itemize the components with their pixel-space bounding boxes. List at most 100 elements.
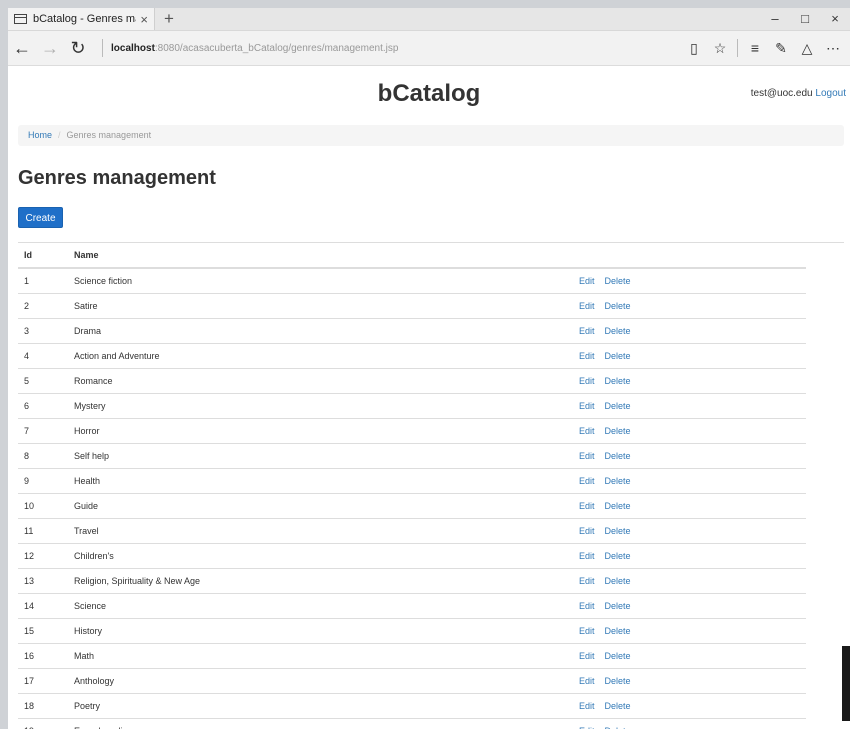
genre-name: Drama <box>68 318 573 344</box>
refresh-icon[interactable]: ↻ <box>64 31 92 65</box>
delete-link[interactable]: Delete <box>605 701 631 711</box>
delete-link[interactable]: Delete <box>605 326 631 336</box>
edit-link[interactable]: Edit <box>579 501 595 511</box>
row-actions: Edit Delete <box>573 443 806 469</box>
table-row: 11 Travel Edit Delete <box>18 518 806 544</box>
page-title: Genres management <box>18 167 216 189</box>
breadcrumb: Home / Genres management <box>18 125 844 146</box>
row-actions: EditDelete <box>573 718 806 729</box>
table-row: 10 Guide Edit Delete <box>18 493 806 519</box>
genre-name: Poetry <box>68 693 573 719</box>
edit-link[interactable]: Edit <box>579 476 595 486</box>
genre-id: 19 <box>18 718 68 729</box>
row-actions: Edit Delete <box>573 293 806 319</box>
edit-link[interactable]: Edit <box>579 626 595 636</box>
column-header-actions <box>573 242 806 269</box>
more-icon[interactable]: ⋯ <box>820 40 846 57</box>
table-row: 6 Mystery Edit Delete <box>18 393 806 419</box>
row-actions: Edit Delete <box>573 643 806 669</box>
browser-tab[interactable]: bCatalog - Genres mana × <box>8 8 155 30</box>
genres-table: Id Name 1 Science fiction Edit Delete 2 Satir… <box>18 242 806 729</box>
hub-icon[interactable]: ≡ <box>742 40 768 56</box>
web-note-icon[interactable]: ✎ <box>768 40 794 57</box>
delete-link[interactable]: Delete <box>605 476 631 486</box>
delete-link[interactable]: Delete <box>605 451 631 461</box>
table-row: 1 Science fiction Edit Delete <box>18 267 806 294</box>
close-tab-icon[interactable]: × <box>140 13 148 26</box>
edit-link[interactable]: Edit <box>579 376 595 386</box>
row-actions: Edit Delete <box>573 518 806 544</box>
edit-link[interactable]: Edit <box>579 276 595 286</box>
genres-table-container: Id Name 1 Science fiction Edit Delete 2 Satir… <box>18 242 844 729</box>
delete-link[interactable]: Delete <box>605 301 631 311</box>
delete-link[interactable]: Delete <box>605 576 631 586</box>
table-row: 15 History Edit Delete <box>18 618 806 644</box>
row-actions: Edit Delete <box>573 618 806 644</box>
maximize-button[interactable]: □ <box>790 8 820 30</box>
genre-name: Children's <box>68 543 573 569</box>
delete-link[interactable]: Delete <box>605 651 631 661</box>
row-actions: Edit Delete <box>573 418 806 444</box>
table-row: 8 Self help Edit Delete <box>18 443 806 469</box>
genre-id: 2 <box>18 293 68 319</box>
genre-id: 8 <box>18 443 68 469</box>
genre-id: 17 <box>18 668 68 694</box>
delete-link[interactable]: Delete <box>605 276 631 286</box>
forward-icon[interactable]: → <box>36 31 64 65</box>
edit-link[interactable]: Edit <box>579 601 595 611</box>
table-row: 4 Action and Adventure Edit Delete <box>18 343 806 369</box>
toolbar-divider <box>737 39 738 57</box>
delete-link[interactable]: Delete <box>605 526 631 536</box>
close-window-button[interactable]: × <box>820 8 850 30</box>
url-host: localhost <box>111 42 155 54</box>
window-controls: – □ × <box>760 8 850 30</box>
logout-link[interactable]: Logout <box>815 88 846 99</box>
table-row: 12 Children's Edit Delete <box>18 543 806 569</box>
delete-link[interactable]: Delete <box>605 426 631 436</box>
genre-id: 15 <box>18 618 68 644</box>
row-actions: Edit Delete <box>573 393 806 419</box>
genre-name: Science fiction <box>68 267 573 294</box>
edit-link[interactable]: Edit <box>579 326 595 336</box>
genre-id: 14 <box>18 593 68 619</box>
row-actions: Edit Delete <box>573 468 806 494</box>
delete-link[interactable]: Delete <box>605 376 631 386</box>
reading-view-icon[interactable]: ▯ <box>681 40 707 57</box>
row-actions: Edit Delete <box>573 693 806 719</box>
genre-id: 3 <box>18 318 68 344</box>
edit-link[interactable]: Edit <box>579 401 595 411</box>
delete-link[interactable]: Delete <box>605 601 631 611</box>
share-icon[interactable]: △ <box>794 40 820 57</box>
new-tab-button[interactable]: + <box>164 9 174 29</box>
genre-name: History <box>68 618 573 644</box>
edit-link[interactable]: Edit <box>579 301 595 311</box>
delete-link[interactable]: Delete <box>605 676 631 686</box>
genre-name: Romance <box>68 368 573 394</box>
delete-link[interactable]: Delete <box>605 401 631 411</box>
edit-link[interactable]: Edit <box>579 651 595 661</box>
table-row: 17 Anthology Edit Delete <box>18 668 806 694</box>
row-actions: Edit Delete <box>573 543 806 569</box>
edit-link[interactable]: Edit <box>579 701 595 711</box>
favorite-star-icon[interactable]: ☆ <box>707 40 733 57</box>
delete-link[interactable]: Delete <box>605 626 631 636</box>
minimize-button[interactable]: – <box>760 8 790 30</box>
genre-id: 7 <box>18 418 68 444</box>
back-icon[interactable]: ← <box>8 31 36 65</box>
delete-link[interactable]: Delete <box>605 501 631 511</box>
create-button[interactable]: Create <box>18 207 63 228</box>
delete-link[interactable]: Delete <box>605 351 631 361</box>
edit-link[interactable]: Edit <box>579 526 595 536</box>
edit-link[interactable]: Edit <box>579 551 595 561</box>
breadcrumb-home-link[interactable]: Home <box>28 130 52 140</box>
genre-name: Guide <box>68 493 573 519</box>
edit-link[interactable]: Edit <box>579 676 595 686</box>
table-row: 13 Religion, Spirituality & New Age Edit De… <box>18 568 806 594</box>
delete-link[interactable]: Delete <box>605 551 631 561</box>
genre-id: 18 <box>18 693 68 719</box>
edit-link[interactable]: Edit <box>579 576 595 586</box>
address-field[interactable]: localhost:8080/acasacuberta_bCatalog/gen… <box>111 43 681 54</box>
edit-link[interactable]: Edit <box>579 426 595 436</box>
edit-link[interactable]: Edit <box>579 451 595 461</box>
edit-link[interactable]: Edit <box>579 351 595 361</box>
